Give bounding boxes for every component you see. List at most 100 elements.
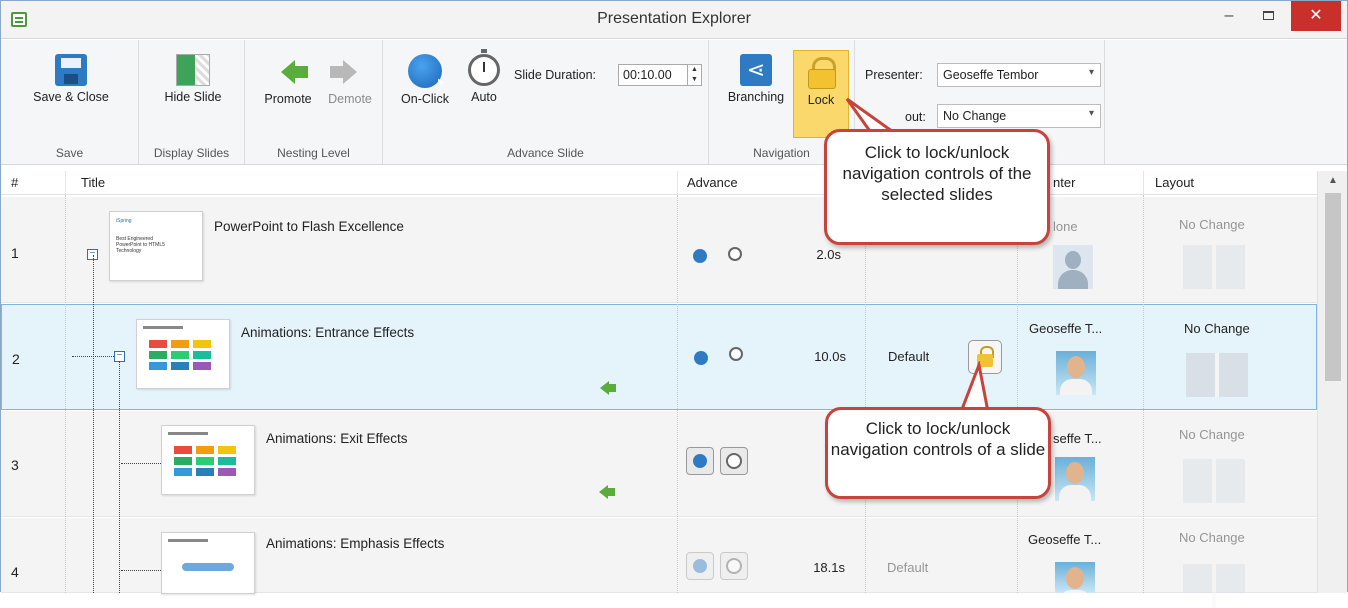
- on-click-label: On-Click: [401, 92, 449, 106]
- thumb-tile: [218, 446, 236, 454]
- column-separator: [677, 171, 678, 195]
- callout-text: Click to lock/unlock navigation controls…: [842, 143, 1032, 204]
- auto-toggle[interactable]: [720, 552, 748, 580]
- table-row[interactable]: 1 iSpring Best Engineered PowerPoint to …: [1, 197, 1317, 303]
- on-click-button[interactable]: On-Click: [393, 54, 457, 106]
- column-separator: [865, 195, 866, 593]
- thumb-tile: [174, 446, 192, 454]
- thumb-tile: [193, 340, 211, 348]
- presenter-name: seffe T...: [1053, 431, 1102, 446]
- ribbon: Save & Close Save Hide Slide Display Sli…: [1, 40, 1347, 165]
- close-button[interactable]: ✕: [1291, 1, 1341, 31]
- on-click-icon: [693, 249, 707, 263]
- auto-toggle[interactable]: [720, 447, 748, 475]
- duration-spinner[interactable]: ▲ ▼: [687, 65, 701, 85]
- chevron-down-icon: ▾: [1088, 67, 1094, 78]
- thumb-button: [182, 563, 234, 571]
- save-close-button[interactable]: Save & Close: [31, 54, 111, 104]
- save-icon: [55, 54, 87, 86]
- col-presenter[interactable]: nter: [1053, 175, 1075, 190]
- slide-title: PowerPoint to Flash Excellence: [214, 219, 404, 234]
- thumb-tile: [218, 457, 236, 465]
- on-click-toggle[interactable]: [686, 447, 714, 475]
- on-click-icon: [693, 559, 707, 573]
- on-click-icon: [693, 454, 707, 468]
- slide-duration: 10.0s: [814, 349, 846, 364]
- row-number: 2: [12, 351, 20, 367]
- thumb-logo: iSpring: [116, 218, 132, 224]
- tree-connector: [93, 255, 94, 593]
- scroll-up-icon[interactable]: ▲: [1318, 171, 1348, 191]
- navigation-value: Default: [887, 560, 929, 575]
- auto-button[interactable]: Auto: [463, 49, 505, 104]
- navigation-value: Default: [888, 349, 930, 364]
- column-separator: [65, 195, 66, 593]
- presenter-name: lone: [1053, 219, 1078, 234]
- thumb-tile: [196, 468, 214, 476]
- timer-icon: [729, 347, 743, 361]
- title-bar: Presentation Explorer – ✕: [1, 1, 1347, 39]
- slide-duration-input[interactable]: 00:10.00 ▲ ▼: [618, 64, 702, 86]
- promote-arrow-icon[interactable]: [600, 381, 616, 395]
- lock-button-content: Lock: [794, 55, 848, 107]
- slide-duration: 18.1s: [813, 560, 845, 575]
- demote-label: Demote: [328, 92, 372, 106]
- presenter-label: Presenter:: [865, 68, 923, 82]
- layout-combo[interactable]: No Change ▾: [937, 104, 1101, 128]
- table-row[interactable]: 4 Animations: Emphasis Effects 18.1s Def…: [1, 518, 1317, 608]
- lock-label: Lock: [807, 93, 835, 107]
- branching-button[interactable]: ⋖ Branching: [719, 54, 793, 104]
- demote-button[interactable]: Demote: [321, 54, 379, 106]
- col-advance[interactable]: Advance: [687, 175, 738, 190]
- vertical-scrollbar[interactable]: ▲: [1317, 171, 1347, 593]
- layout-icon: [1183, 564, 1245, 608]
- minimize-button[interactable]: –: [1207, 1, 1251, 31]
- slide-duration-value: 00:10.00: [623, 68, 672, 82]
- promote-arrow-icon[interactable]: [599, 485, 615, 499]
- thumb-tile: [196, 457, 214, 465]
- presenter-combo-value: Geoseffe Tembor: [943, 68, 1039, 82]
- col-num[interactable]: #: [11, 175, 18, 190]
- layout-icon: [1183, 459, 1245, 503]
- row-number: 1: [11, 245, 19, 261]
- callout-lock-slide: Click to lock/unlock navigation controls…: [825, 407, 1051, 499]
- thumb-tile: [218, 468, 236, 476]
- thumb-tile: [196, 446, 214, 454]
- layout-value: No Change: [1179, 530, 1245, 545]
- layout-value: No Change: [1179, 427, 1245, 442]
- row-number: 4: [11, 564, 19, 580]
- tree-connector: [121, 570, 161, 571]
- scroll-thumb[interactable]: [1325, 193, 1341, 381]
- save-group-label: Save: [55, 146, 84, 160]
- demote-arrow-icon: [330, 60, 357, 84]
- column-separator: [677, 195, 678, 593]
- table-row[interactable]: 3 Animations: Exit Effects seffe T... No…: [1, 411, 1317, 517]
- slide-title: Animations: Entrance Effects: [241, 325, 415, 340]
- on-click-toggle[interactable]: [686, 552, 714, 580]
- thumb-tile: [193, 362, 211, 370]
- layout-value: No Change: [1184, 321, 1250, 336]
- presenter-combo[interactable]: Geoseffe Tembor ▾: [937, 63, 1101, 87]
- slide-title: Animations: Exit Effects: [266, 431, 408, 446]
- col-layout[interactable]: Layout: [1155, 175, 1194, 190]
- avatar: [1055, 457, 1095, 501]
- presenter-name: Geoseffe T...: [1029, 321, 1103, 336]
- maximize-icon: [1262, 11, 1274, 20]
- column-separator: [1017, 195, 1018, 593]
- thumb-line: Technology: [116, 248, 142, 254]
- promote-label: Promote: [264, 92, 312, 106]
- hide-slide-button[interactable]: Hide Slide: [155, 54, 231, 104]
- slide-duration: 2.0s: [816, 247, 841, 262]
- maximize-button[interactable]: [1246, 1, 1290, 31]
- slide-thumbnail: [161, 425, 255, 495]
- col-title[interactable]: Title: [81, 175, 105, 190]
- thumb-tile: [149, 362, 167, 370]
- thumb-heading: [168, 432, 208, 435]
- table-row-selected[interactable]: 2 Animations: Entrance Effects − 10.0s D…: [1, 304, 1317, 410]
- layout-label: out:: [905, 110, 926, 124]
- promote-button[interactable]: Promote: [257, 54, 319, 106]
- layout-value: No Change: [1179, 217, 1245, 232]
- promote-arrow-icon: [281, 60, 308, 84]
- thumb-tile: [174, 468, 192, 476]
- callout-text: Click to lock/unlock navigation controls…: [830, 419, 1046, 459]
